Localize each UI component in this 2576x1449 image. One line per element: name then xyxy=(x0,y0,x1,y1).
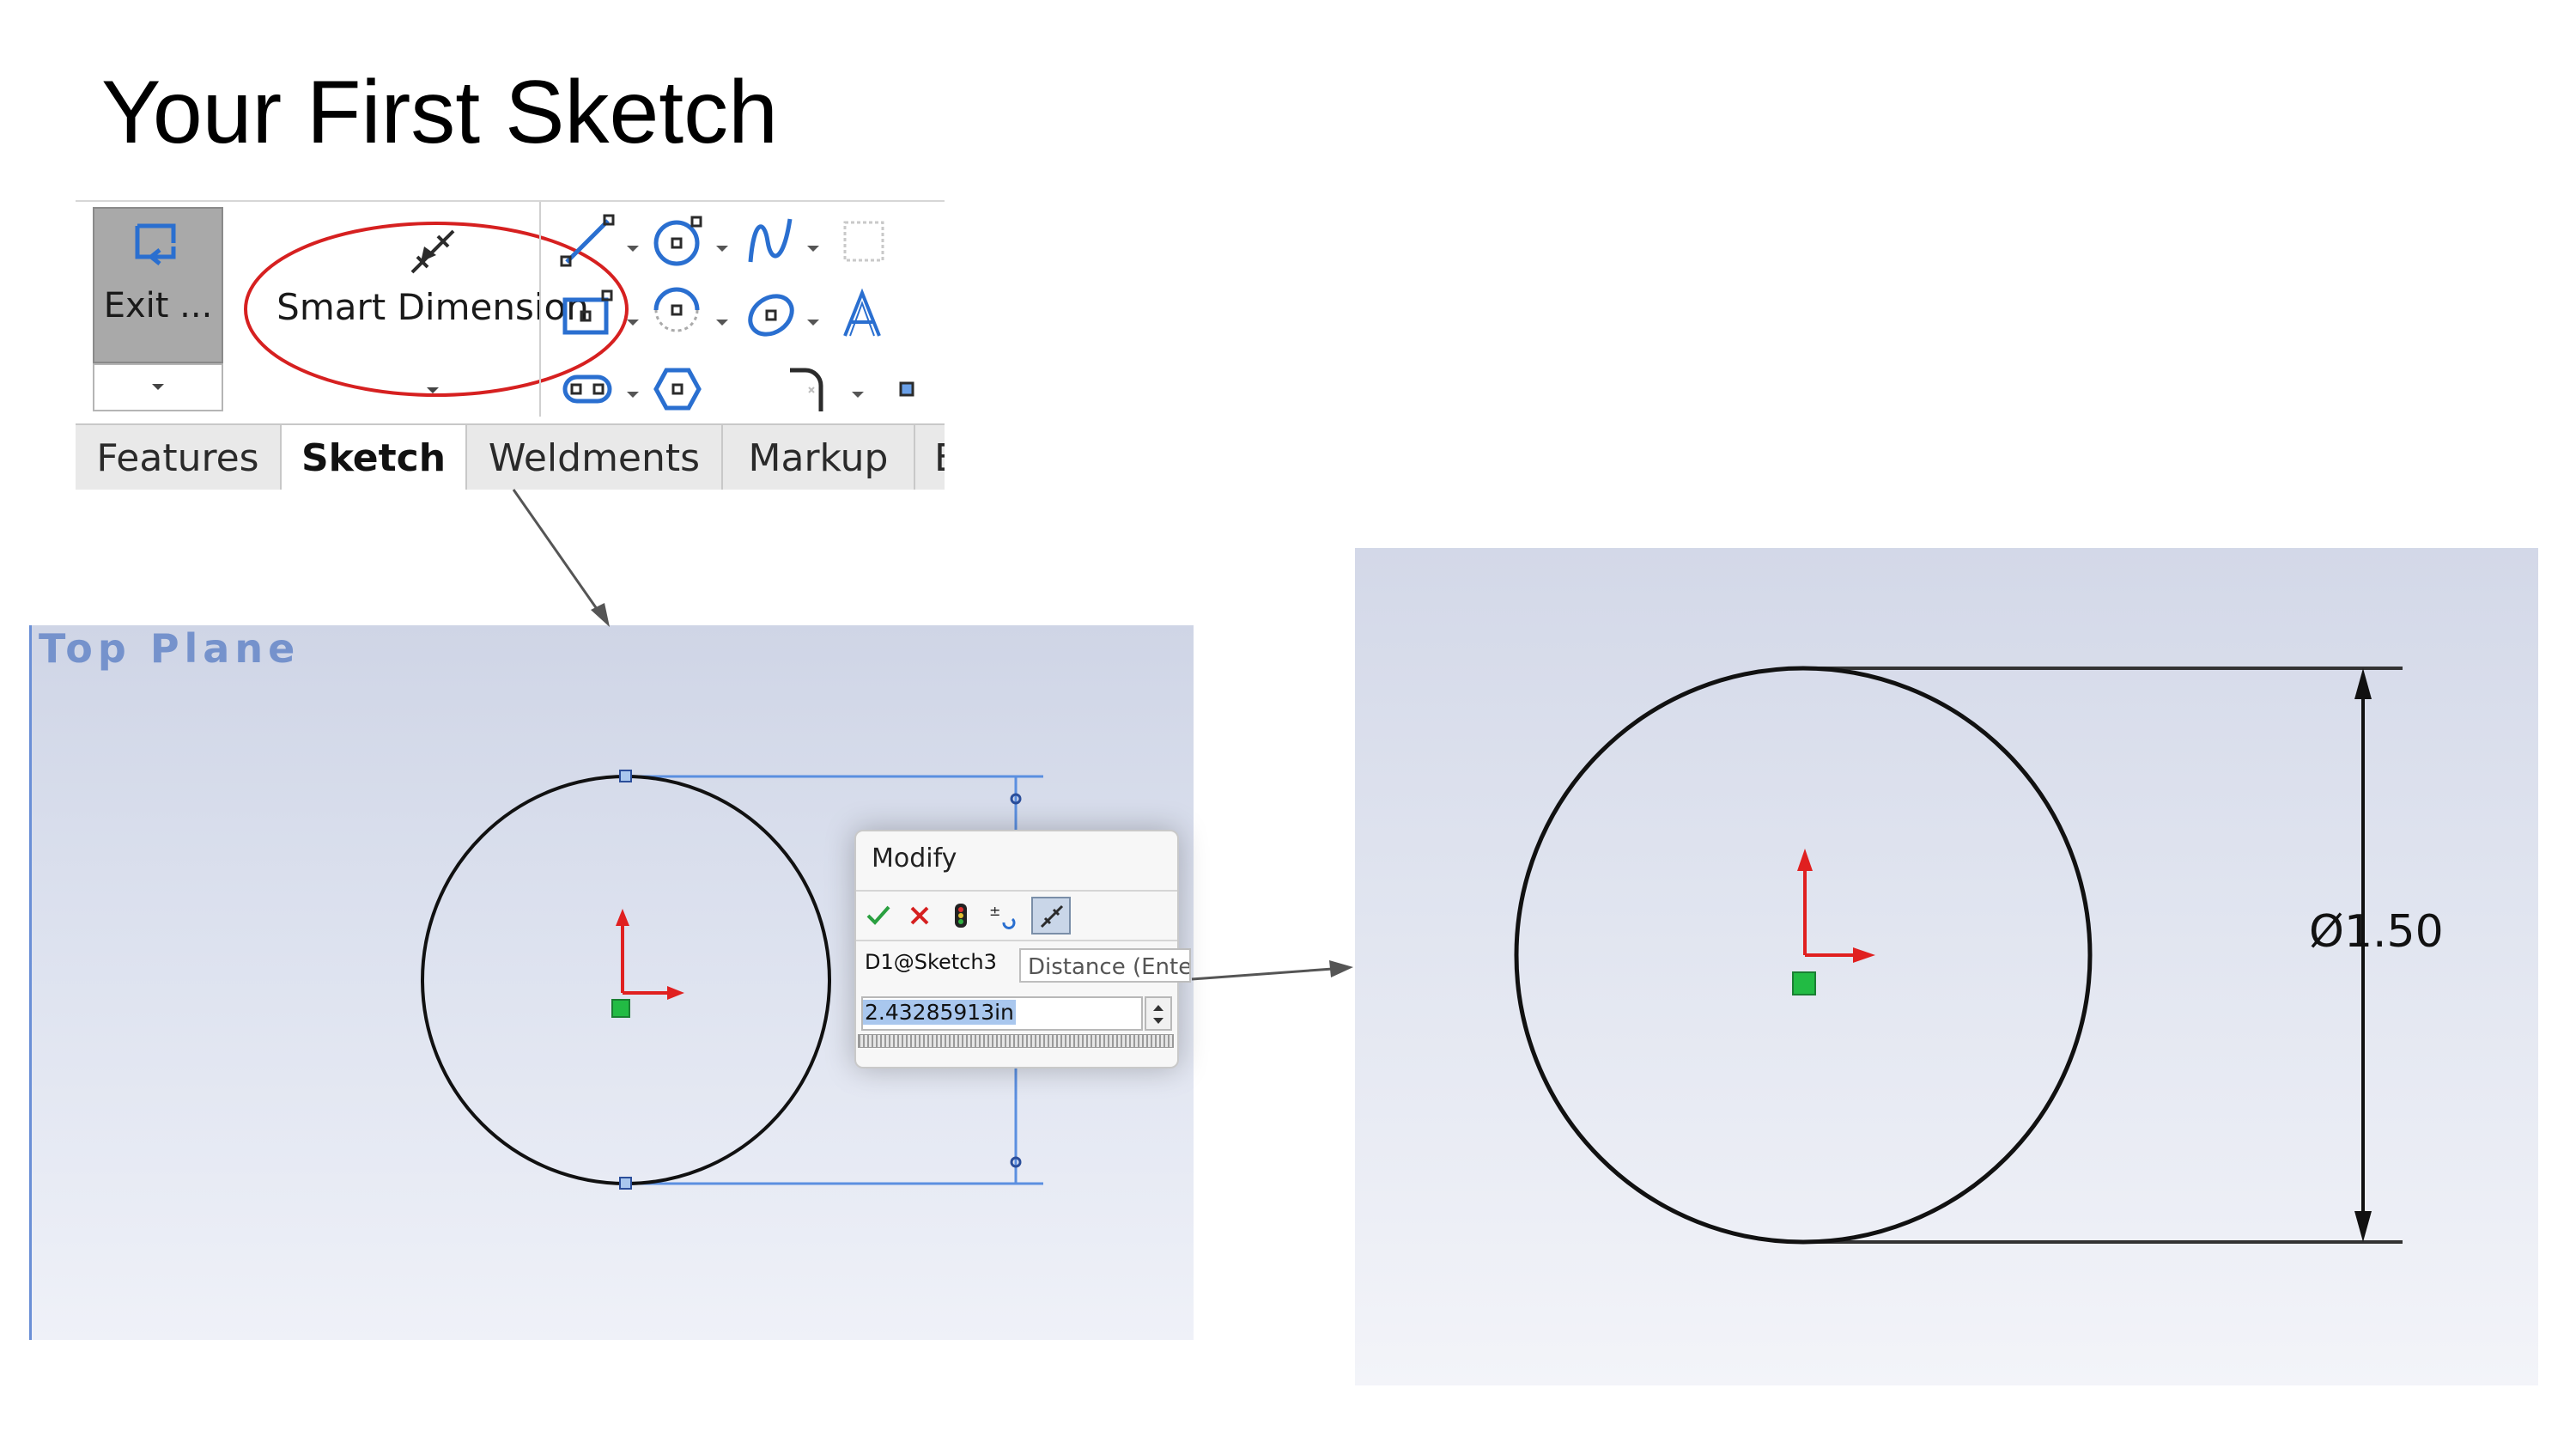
command-manager-tabs: Features Sketch Weldments Markup E xyxy=(76,423,945,490)
arrow-to-left-view xyxy=(512,489,603,616)
close-icon[interactable] xyxy=(904,900,935,931)
modify-dialog-title: Modify xyxy=(872,843,957,874)
tab-features[interactable]: Features xyxy=(76,425,282,490)
chevron-down-icon[interactable] xyxy=(622,384,644,406)
arrow-to-right-view xyxy=(1191,967,1334,981)
sketch-circle xyxy=(421,775,831,1185)
left-graphics-area[interactable]: Top Plane Modify ± D1@Sketch3 Distance (… xyxy=(29,625,1194,1340)
tab-markup[interactable]: Markup xyxy=(723,425,915,490)
point-icon[interactable] xyxy=(878,358,938,418)
sketch-ribbon: Exit ... Smart Dimension Features Sketch… xyxy=(76,200,945,490)
chevron-down-icon xyxy=(152,384,164,390)
chevron-down-icon[interactable] xyxy=(847,384,869,406)
circle-icon[interactable] xyxy=(647,210,708,271)
right-graphics-area[interactable]: Ø1.50 xyxy=(1355,548,2538,1385)
distance-tooltip: Distance (Enter xyxy=(1019,948,1191,983)
tab-weldments[interactable]: Weldments xyxy=(467,425,723,490)
rectangle-icon[interactable] xyxy=(558,284,618,344)
exit-sketch-button[interactable]: Exit ... xyxy=(93,207,223,363)
exit-sketch-label: Exit ... xyxy=(103,286,213,326)
fillet-icon[interactable] xyxy=(785,358,845,418)
chevron-down-icon[interactable] xyxy=(802,312,824,334)
modify-toolbar: ± xyxy=(856,890,1177,941)
modify-dialog: Modify ± D1@Sketch3 Distance (Enter 2.43… xyxy=(854,830,1191,1068)
origin-point xyxy=(1792,971,1816,995)
exit-sketch-dropdown[interactable] xyxy=(93,363,223,411)
line-icon[interactable] xyxy=(558,210,618,271)
dimension-value-text: 2.43285913in xyxy=(863,1000,1016,1025)
chevron-down-icon[interactable] xyxy=(622,312,644,334)
thumbwheel[interactable] xyxy=(858,1034,1174,1048)
exit-sketch-icon xyxy=(135,223,176,265)
svg-text:±: ± xyxy=(989,903,1000,919)
mark-dimension-toggle[interactable] xyxy=(1031,897,1071,935)
dimension-name: D1@Sketch3 xyxy=(865,950,997,974)
check-icon[interactable] xyxy=(863,900,894,931)
arc-icon[interactable] xyxy=(647,284,708,344)
ellipse-icon[interactable] xyxy=(742,284,802,344)
reverse-sense-icon[interactable]: ± xyxy=(987,900,1018,931)
value-spinner[interactable] xyxy=(1145,996,1172,1031)
diameter-dimension-label: Ø1.50 xyxy=(2309,906,2444,958)
sketch-tools-group xyxy=(539,202,945,417)
chevron-down-icon[interactable] xyxy=(802,238,824,260)
spline-icon[interactable] xyxy=(742,210,802,271)
rebuild-icon[interactable] xyxy=(945,900,976,931)
chevron-down-icon[interactable] xyxy=(622,238,644,260)
slot-icon[interactable] xyxy=(558,358,618,418)
slide-title: Your First Sketch xyxy=(101,63,779,162)
tab-sketch[interactable]: Sketch xyxy=(282,425,467,490)
diameter-symbol: Ø xyxy=(2309,906,2344,958)
dimension-value-input[interactable]: 2.43285913in xyxy=(861,996,1143,1031)
dimension-value: 1.50 xyxy=(2343,906,2444,958)
right-sketch-canvas xyxy=(1514,666,2403,1245)
construction-geometry-icon[interactable] xyxy=(833,210,893,271)
text-icon[interactable] xyxy=(833,284,893,344)
tab-evaluate[interactable]: E xyxy=(915,425,945,490)
origin-point xyxy=(611,999,630,1018)
chevron-down-icon[interactable] xyxy=(711,238,733,260)
smart-dimension-icon xyxy=(1040,904,1064,928)
spinner-arrows-icon xyxy=(1153,1005,1163,1024)
polygon-icon[interactable] xyxy=(647,358,708,418)
chevron-down-icon[interactable] xyxy=(711,312,733,334)
